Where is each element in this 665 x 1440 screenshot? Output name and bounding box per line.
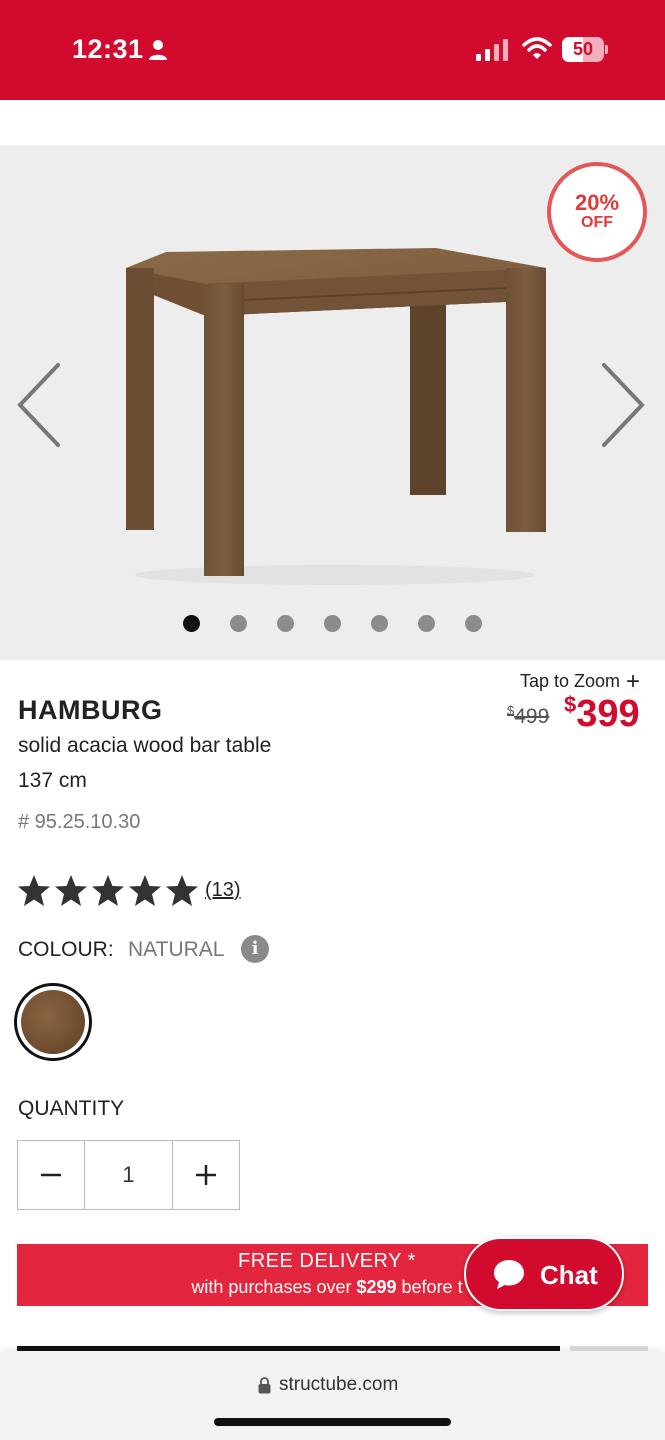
product-image — [126, 248, 546, 585]
cellular-signal-icon — [476, 39, 508, 61]
review-count-link[interactable]: (13) — [205, 879, 241, 902]
carousel-dot[interactable] — [371, 615, 388, 632]
home-indicator[interactable] — [214, 1418, 451, 1426]
next-image-button[interactable] — [598, 360, 648, 450]
tap-to-zoom-label: Tap to Zoom — [520, 671, 621, 691]
quantity-stepper[interactable]: 1 — [17, 1140, 240, 1210]
battery-level: 50 — [572, 39, 594, 59]
star-icon — [166, 875, 198, 906]
chat-label: Chat — [540, 1260, 598, 1290]
decrease-quantity-button[interactable] — [18, 1141, 85, 1209]
secondary-action-bar[interactable] — [570, 1346, 648, 1351]
chat-button[interactable]: Chat — [464, 1237, 624, 1311]
star-icon — [55, 875, 87, 906]
carousel-pagination[interactable] — [0, 615, 665, 633]
product-sku: # 95.25.10.30 — [18, 811, 141, 833]
carousel-dot[interactable] — [277, 615, 294, 632]
star-icon — [92, 875, 124, 906]
sale-price: $399 — [564, 692, 640, 735]
product-description: solid acacia wood bar table — [18, 734, 272, 757]
star-icon — [129, 875, 161, 906]
info-icon[interactable]: i — [241, 935, 269, 963]
product-size: 137 cm — [18, 769, 87, 792]
discount-off-label: OFF — [581, 214, 613, 231]
carousel-dot[interactable] — [465, 615, 482, 632]
chat-bubble-icon — [494, 1260, 524, 1289]
carousel-dot[interactable] — [183, 615, 200, 632]
previous-image-button[interactable] — [14, 360, 64, 450]
increase-quantity-button[interactable] — [172, 1141, 239, 1209]
lock-icon — [258, 1377, 271, 1394]
product-name: HAMBURG — [18, 695, 163, 725]
colour-value: NATURAL — [128, 938, 225, 961]
add-to-cart-bar[interactable] — [17, 1346, 560, 1351]
colour-swatch-natural[interactable] — [14, 983, 92, 1061]
discount-percent: 20% — [574, 190, 620, 215]
wifi-icon — [522, 37, 552, 59]
plus-icon: + — [626, 668, 641, 695]
product-gallery[interactable]: 20% OFF — [0, 145, 665, 660]
browser-address-bar[interactable]: structube.com — [0, 1352, 665, 1440]
status-time: 12:31 — [72, 34, 144, 64]
original-price: $499 — [507, 703, 550, 728]
colour-label: COLOUR: — [18, 938, 114, 961]
url-text[interactable]: structube.com — [279, 1374, 398, 1396]
quantity-label: QUANTITY — [18, 1097, 125, 1120]
carousel-dot[interactable] — [418, 615, 435, 632]
minus-icon — [41, 1173, 61, 1177]
discount-badge: 20% OFF — [547, 162, 647, 262]
star-icon — [18, 875, 50, 906]
carousel-dot[interactable] — [324, 615, 341, 632]
quantity-value[interactable]: 1 — [85, 1141, 172, 1209]
person-icon — [149, 40, 167, 60]
carousel-dot[interactable] — [230, 615, 247, 632]
rating-stars[interactable] — [16, 873, 200, 909]
status-bar: 12:31 50 — [0, 0, 665, 100]
battery-icon: 50 — [562, 37, 608, 62]
plus-icon — [196, 1165, 216, 1185]
swatch-wood-texture — [21, 990, 85, 1054]
